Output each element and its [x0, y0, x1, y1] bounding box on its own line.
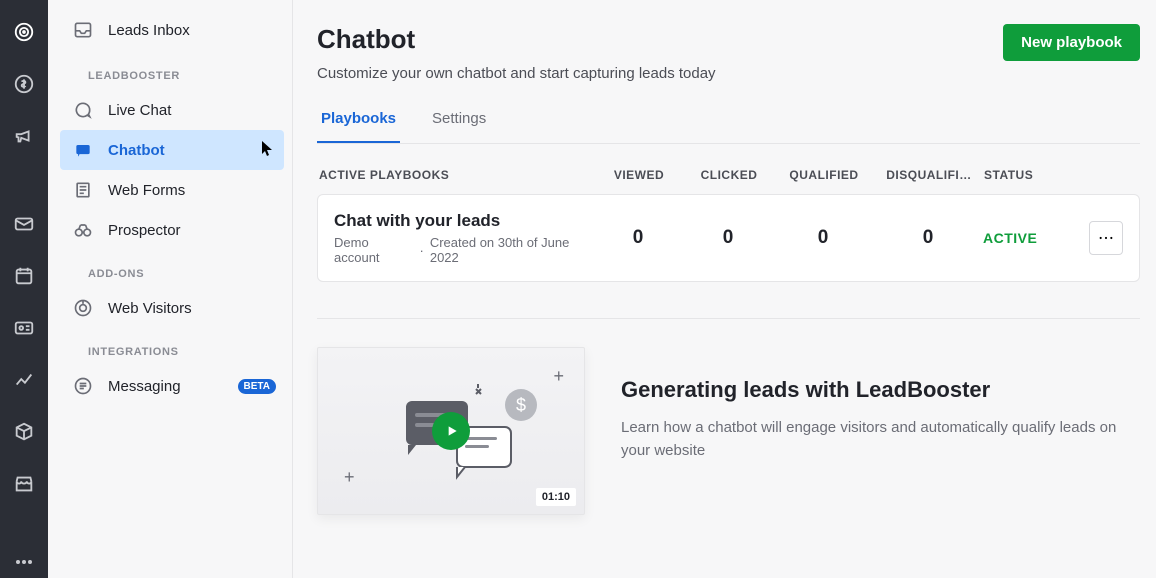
tabs: Playbooks Settings: [317, 110, 1140, 144]
row-clicked: 0: [683, 227, 773, 249]
th-status: STATUS: [984, 168, 1074, 182]
row-meta-separator: ·: [420, 243, 424, 258]
new-playbook-button[interactable]: New playbook: [1003, 24, 1140, 61]
row-status: ACTIVE: [983, 230, 1073, 246]
beta-badge: BETA: [238, 379, 276, 394]
table-row[interactable]: Chat with your leads Demo account · Crea…: [317, 194, 1140, 282]
binoculars-icon: [72, 220, 94, 240]
tab-playbooks[interactable]: Playbooks: [317, 110, 400, 143]
page-title: Chatbot: [317, 24, 716, 55]
chat-bubble-icon: [72, 100, 94, 120]
promo: $ + + 01:10 Generating leads with LeadBo…: [317, 347, 1140, 515]
row-meta: Demo account · Created on 30th of June 2…: [334, 235, 593, 265]
sidebar-item-label: Live Chat: [108, 102, 171, 119]
rail-item-insights[interactable]: [4, 360, 44, 400]
th-qualified: QUALIFIED: [774, 168, 874, 182]
main-content: Chatbot Customize your own chatbot and s…: [293, 0, 1156, 578]
sidebar-item-web-visitors[interactable]: Web Visitors: [48, 288, 292, 328]
sidebar-item-live-chat[interactable]: Live Chat: [48, 90, 292, 130]
sidebar-item-label: Leads Inbox: [108, 22, 190, 39]
page-subtitle: Customize your own chatbot and start cap…: [317, 65, 716, 82]
row-meta-created: Created on 30th of June 2022: [430, 235, 593, 265]
tab-settings[interactable]: Settings: [428, 110, 490, 143]
sidebar-heading-addons: ADD-ONS: [48, 250, 292, 288]
rail-item-products[interactable]: [4, 412, 44, 452]
svg-text:$: $: [516, 395, 526, 415]
cursor-icon: [262, 141, 274, 157]
form-icon: [72, 180, 94, 200]
inbox-icon: [72, 20, 94, 40]
sidebar-item-label: Prospector: [108, 222, 181, 239]
sidebar-item-web-forms[interactable]: Web Forms: [48, 170, 292, 210]
rail-item-target[interactable]: [4, 12, 44, 52]
section-label: ACTIVE PLAYBOOKS: [317, 168, 594, 182]
rail-item-campaign[interactable]: [4, 116, 44, 156]
sidebar-item-label: Web Forms: [108, 182, 185, 199]
sidebar-item-label: Messaging: [108, 378, 181, 395]
rail-item-deals[interactable]: [4, 64, 44, 104]
promo-title: Generating leads with LeadBooster: [621, 377, 1131, 403]
table-header: ACTIVE PLAYBOOKS VIEWED CLICKED QUALIFIE…: [317, 144, 1140, 194]
sidebar-item-messaging[interactable]: Messaging BETA: [48, 366, 292, 406]
row-title: Chat with your leads: [334, 211, 593, 231]
play-icon: [432, 412, 470, 450]
rail-item-mail[interactable]: [4, 204, 44, 244]
radar-icon: [72, 298, 94, 318]
dots-icon: [1098, 236, 1114, 240]
message-icon: [72, 376, 94, 396]
row-meta-account: Demo account: [334, 235, 414, 265]
rail-item-contacts[interactable]: [4, 308, 44, 348]
divider: [317, 318, 1140, 319]
row-disqualified: 0: [873, 227, 983, 249]
th-disqualified: DISQUALIFI…: [874, 168, 984, 182]
th-clicked: CLICKED: [684, 168, 774, 182]
sidebar-item-label: Chatbot: [108, 142, 165, 159]
row-qualified: 0: [773, 227, 873, 249]
plus-icon: +: [344, 467, 355, 488]
row-viewed: 0: [593, 227, 683, 249]
sidebar-heading-leadbooster: LEADBOOSTER: [48, 50, 292, 90]
rail-item-calendar[interactable]: [4, 256, 44, 296]
sidebar-item-label: Web Visitors: [108, 300, 192, 317]
sidebar-item-chatbot[interactable]: Chatbot: [60, 130, 284, 170]
app-rail: [0, 0, 48, 578]
video-duration: 01:10: [536, 488, 576, 506]
sidebar-item-leads-inbox[interactable]: Leads Inbox: [48, 10, 292, 50]
page-header: Chatbot Customize your own chatbot and s…: [317, 24, 1140, 82]
sidebar-heading-integrations: INTEGRATIONS: [48, 328, 292, 366]
sidebar-item-prospector[interactable]: Prospector: [48, 210, 292, 250]
row-menu-button[interactable]: [1089, 221, 1123, 255]
th-viewed: VIEWED: [594, 168, 684, 182]
rail-item-marketplace[interactable]: [4, 464, 44, 504]
promo-video-thumbnail[interactable]: $ + + 01:10: [317, 347, 585, 515]
sidebar: Leads Inbox LEADBOOSTER Live Chat Chatbo…: [48, 0, 293, 578]
chatbot-icon: [72, 140, 94, 160]
rail-more-icon[interactable]: [16, 560, 32, 578]
promo-text: Learn how a chatbot will engage visitors…: [621, 417, 1131, 462]
plus-icon: +: [553, 366, 564, 387]
